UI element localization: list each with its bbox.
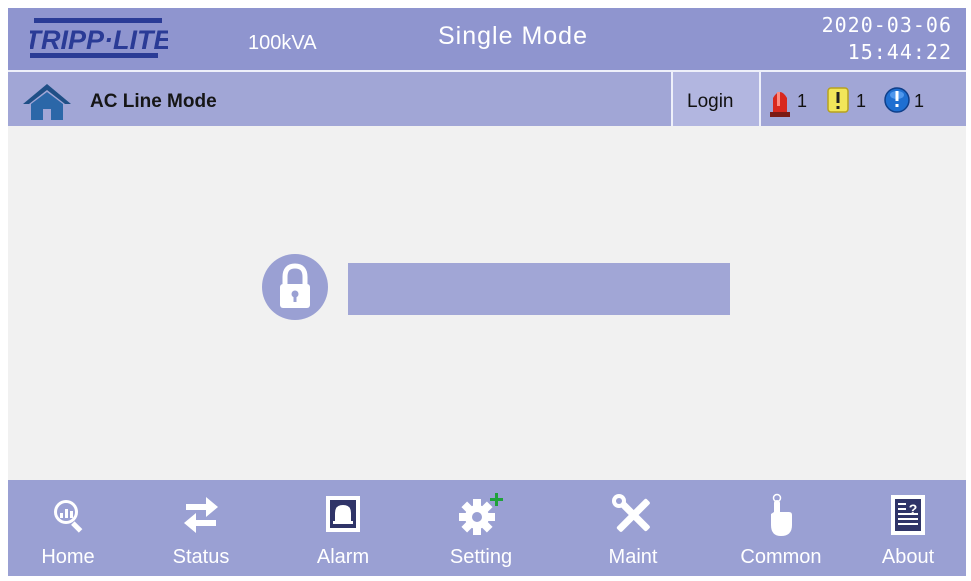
nav-maint-label: Maint [608, 546, 658, 568]
password-input[interactable] [348, 263, 730, 315]
home-magnifier-icon [54, 500, 83, 533]
svg-text:?: ? [909, 501, 918, 517]
nav-home[interactable]: Home [8, 480, 128, 576]
swap-arrows-icon [184, 497, 218, 533]
nav-setting[interactable]: Setting [421, 480, 541, 576]
tripp-lite-logo: TRIPP·LITE [25, 18, 172, 58]
nav-status[interactable]: Status [141, 480, 261, 576]
header-bar: TRIPP·LITE 100kVA Single Mode 2020-03-06… [8, 8, 966, 70]
nav-home-label: Home [41, 546, 95, 568]
power-rating: 100kVA [248, 32, 317, 54]
nav-about[interactable]: ? About [848, 480, 966, 576]
alarm-bell-icon [326, 496, 360, 532]
date-text: 2020-03-06 [821, 13, 952, 37]
nav-maint[interactable]: Maint [573, 480, 693, 576]
nav-setting-label: Setting [449, 546, 513, 568]
bottom-nav: Home Status Alarm Setting Maint Common ?… [8, 480, 966, 576]
login-button[interactable]: Login [671, 72, 761, 126]
status-bar: AC Line Mode Login 1 1 1 [8, 72, 966, 126]
gear-plus-icon [459, 493, 503, 535]
house-icon[interactable] [20, 82, 74, 122]
alarm-info-count: 1 [914, 91, 925, 111]
nav-alarm-label: Alarm [316, 546, 370, 568]
nav-status-label: Status [172, 546, 230, 568]
login-label: Login [687, 91, 734, 112]
document-question-icon: ? [891, 495, 925, 535]
alarm-fault-count: 1 [797, 91, 808, 111]
hand-pointer-icon [771, 493, 792, 536]
line-mode-label: AC Line Mode [90, 91, 217, 112]
nav-alarm[interactable]: Alarm [283, 480, 403, 576]
nav-common[interactable]: Common [721, 480, 841, 576]
nav-common-label: Common [740, 546, 822, 568]
ups-screen: TRIPP·LITE 100kVA Single Mode 2020-03-06… [8, 8, 966, 576]
time-text: 15:44:22 [847, 40, 952, 64]
padlock-icon [260, 252, 330, 322]
operating-mode-title: Single Mode [438, 22, 588, 50]
wrench-screwdriver-icon [612, 494, 650, 532]
brand-text: TRIPP·LITE [30, 25, 168, 55]
datetime: 2020-03-06 15:44:22 [822, 12, 952, 66]
alarm-warning-count: 1 [856, 91, 867, 111]
nav-about-label: About [881, 546, 935, 568]
